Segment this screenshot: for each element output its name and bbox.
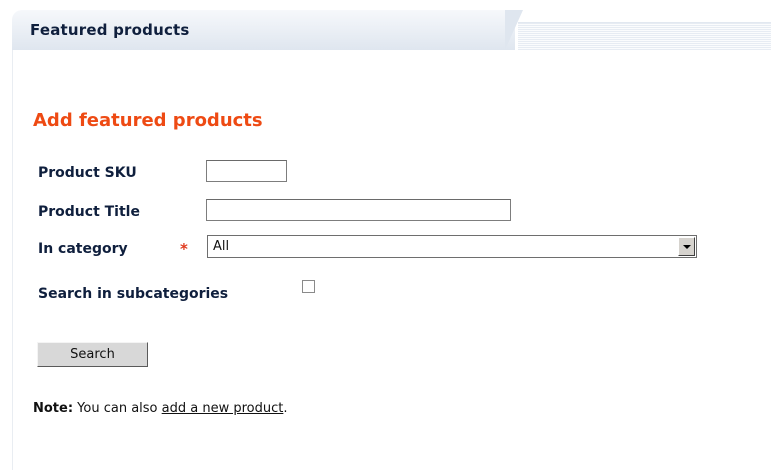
category-select[interactable]: All <box>207 235 697 258</box>
panel-title: Featured products <box>30 21 190 39</box>
note-label: Note: <box>33 401 74 416</box>
panel-header: Featured products <box>0 10 771 51</box>
panel-tab: Featured products <box>12 10 515 50</box>
product-sku-input[interactable] <box>206 160 287 182</box>
note-text: You can also <box>73 401 162 416</box>
add-new-product-link[interactable]: add a new product <box>162 401 284 416</box>
search-subcategories-label: Search in subcategories <box>38 286 229 302</box>
product-title-input[interactable] <box>206 199 511 221</box>
product-title-label: Product Title <box>38 204 140 220</box>
note: Note: You can also add a new product. <box>33 401 288 416</box>
note-period: . <box>283 401 288 416</box>
header-lines-decoration <box>518 22 771 51</box>
chevron-down-icon[interactable] <box>678 237 695 256</box>
required-mark: * <box>180 240 188 258</box>
category-select-value: All <box>213 239 230 254</box>
in-category-label: In category <box>38 241 128 257</box>
product-sku-label: Product SKU <box>38 165 137 181</box>
search-button[interactable]: Search <box>37 342 148 367</box>
search-subcategories-checkbox[interactable] <box>302 280 315 293</box>
section-title: Add featured products <box>33 110 263 131</box>
